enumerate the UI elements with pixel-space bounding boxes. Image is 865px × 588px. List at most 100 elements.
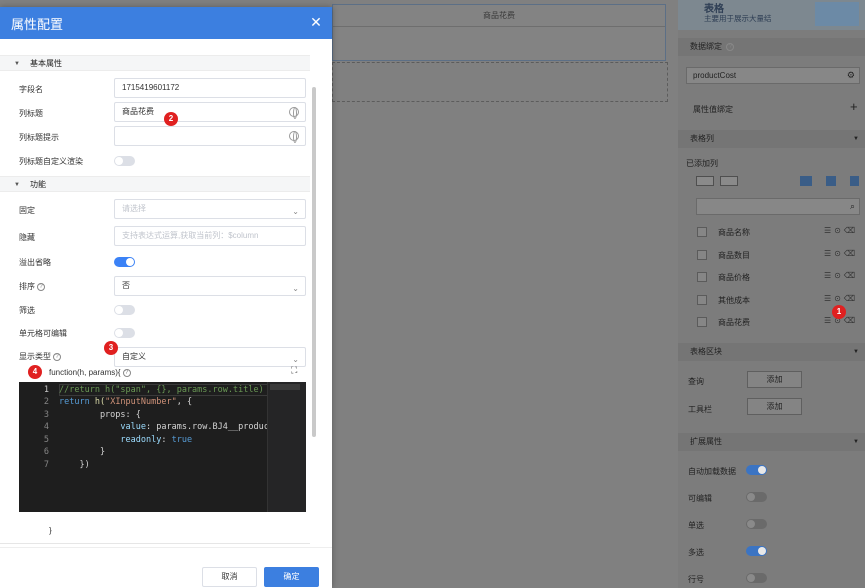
help-icon: ? [726, 42, 735, 51]
line-number: 7 [43, 460, 49, 470]
dialog-scrollbar[interactable] [312, 87, 316, 437]
column-row-actions[interactable]: ☰⊙⌫ [824, 226, 858, 235]
search-icon: ⌕ [849, 201, 855, 211]
layout-icon[interactable] [696, 176, 714, 186]
editable-label: 可编辑 [688, 494, 712, 503]
code-minimap[interactable] [267, 382, 306, 512]
add-binding-icon[interactable]: + [850, 99, 858, 114]
minimap-viewport[interactable] [270, 384, 300, 390]
column-row-actions[interactable]: ☰⊙⌫ [824, 271, 858, 280]
code-line-7: }) [59, 460, 90, 470]
column-title-tip-label: 列标题提示 [19, 133, 59, 142]
fixed-placeholder: 请选择 [122, 204, 146, 213]
code-prop: value [59, 422, 146, 432]
annotation-badge-1: 1 [832, 305, 846, 319]
auto-load-toggle[interactable] [746, 465, 767, 475]
query-label: 查询 [688, 377, 704, 386]
column-item-label: 商品名称 [718, 228, 750, 237]
field-name-value: 1715419601172 [122, 83, 180, 92]
multi-select-toggle[interactable] [746, 546, 767, 556]
code-line-4: value: params.row.BJ4__product [59, 422, 274, 432]
caret-down-icon: ▼ [853, 136, 859, 142]
hidden-input[interactable]: 支持表达式运算,获取当前列：$column [114, 226, 306, 246]
annotation-badge-3: 3 [104, 341, 118, 355]
column-checkbox[interactable] [697, 295, 707, 305]
export-icon[interactable] [850, 176, 859, 186]
custom-title-render-switch[interactable] [114, 156, 135, 166]
function-closing-brace: } [49, 526, 52, 535]
group-function[interactable]: ▼ 功能 [0, 176, 310, 192]
annotation-badge-4: 4 [28, 365, 42, 379]
section-label: 表格列 [690, 134, 714, 143]
banner-image [815, 2, 859, 26]
group-basic-props[interactable]: ▼ 基本属性 [0, 55, 310, 71]
display-type-select[interactable]: 自定义 ⌄ [114, 347, 306, 367]
help-icon: ? [53, 352, 61, 361]
column-search-input[interactable]: ⌕ [696, 198, 860, 215]
globe-icon[interactable] [289, 131, 299, 143]
filter-switch[interactable] [114, 305, 135, 315]
section-table-block[interactable]: 表格区块 ▼ [678, 343, 865, 361]
cancel-button[interactable]: 取消 [202, 567, 257, 587]
line-number: 6 [43, 447, 49, 457]
chevron-down-icon: ⌄ [292, 284, 299, 293]
sort-label: 排序? [19, 281, 45, 292]
fullscreen-icon[interactable]: ⛶ [291, 365, 297, 376]
help-icon: ? [122, 368, 131, 377]
toolbar-label: 工具栏 [688, 405, 712, 414]
code-fn: h( [89, 397, 106, 407]
column-checkbox[interactable] [697, 227, 707, 237]
ok-button[interactable]: 确定 [264, 567, 319, 587]
fixed-select[interactable]: 请选择 ⌄ [114, 199, 306, 219]
section-table-columns[interactable]: 表格列 ▼ [678, 130, 865, 148]
code-keyword: return [59, 397, 90, 407]
sort-select[interactable]: 否 ⌄ [114, 276, 306, 296]
globe-icon[interactable] [289, 107, 299, 119]
hidden-label: 隐藏 [19, 233, 35, 242]
display-type-label-text: 显示类型 [19, 352, 51, 361]
editable-toggle[interactable] [746, 492, 767, 502]
component-banner: 表格 主要用于展示大量结 [678, 0, 865, 30]
field-name-label: 字段名 [19, 85, 43, 94]
function-signature: function(h, params){? [49, 368, 131, 377]
query-add-button[interactable]: 添加 [747, 371, 802, 388]
column-checkbox[interactable] [697, 317, 707, 327]
dialog-header: 属性配置 ✕ [0, 7, 332, 39]
single-select-toggle[interactable] [746, 519, 767, 529]
dialog-body[interactable]: ▼ 基本属性 字段名 1715419601172 列标题 商品花费 列标题提示 … [0, 39, 332, 547]
gear-icon[interactable]: ⚙ [847, 68, 855, 83]
column-checkbox[interactable] [697, 272, 707, 282]
code-editor[interactable]: 1 2 3 4 5 6 7 //return h("span", {}, par… [19, 382, 306, 512]
column-checkbox[interactable] [697, 250, 707, 260]
single-select-label: 单选 [688, 521, 704, 530]
column-title-input[interactable]: 商品花费 [114, 102, 306, 122]
line-number: 4 [43, 422, 49, 432]
toolbar-add-button[interactable]: 添加 [747, 398, 802, 415]
multi-select-label: 多选 [688, 548, 704, 557]
data-binding-field[interactable]: productCost ⚙ [686, 67, 860, 84]
auto-load-label: 自动加载数据 [688, 467, 736, 476]
drop-zone [332, 62, 668, 102]
section-extend-props[interactable]: 扩展属性 ▼ [678, 433, 865, 451]
code-line-6: } [59, 447, 106, 457]
display-type-label: 显示类型? [19, 351, 61, 362]
divider [0, 543, 310, 544]
sort-value: 否 [122, 281, 130, 290]
column-row-actions[interactable]: ☰⊙⌫ [824, 294, 858, 303]
field-name-input[interactable]: 1715419601172 [114, 78, 306, 98]
cell-editable-switch[interactable] [114, 328, 135, 338]
overflow-switch[interactable] [114, 257, 135, 267]
column-title-tip-input[interactable] [114, 126, 306, 146]
table-preview-header: 商品花费 [333, 5, 665, 27]
code-line-2: return h("XInputNumber", { [59, 397, 192, 407]
layout-icon[interactable] [720, 176, 738, 186]
add-column-icon[interactable] [800, 176, 812, 186]
row-number-toggle[interactable] [746, 573, 767, 583]
column-item-label: 商品花费 [718, 318, 750, 327]
close-icon[interactable]: ✕ [308, 14, 324, 30]
code-keyword: true [171, 435, 193, 445]
code-line-1: //return h("span", {}, params.row.title) [59, 385, 264, 395]
import-icon[interactable] [826, 176, 836, 186]
section-data-binding[interactable]: 数据绑定 ? [678, 38, 865, 56]
column-row-actions[interactable]: ☰⊙⌫ [824, 249, 858, 258]
